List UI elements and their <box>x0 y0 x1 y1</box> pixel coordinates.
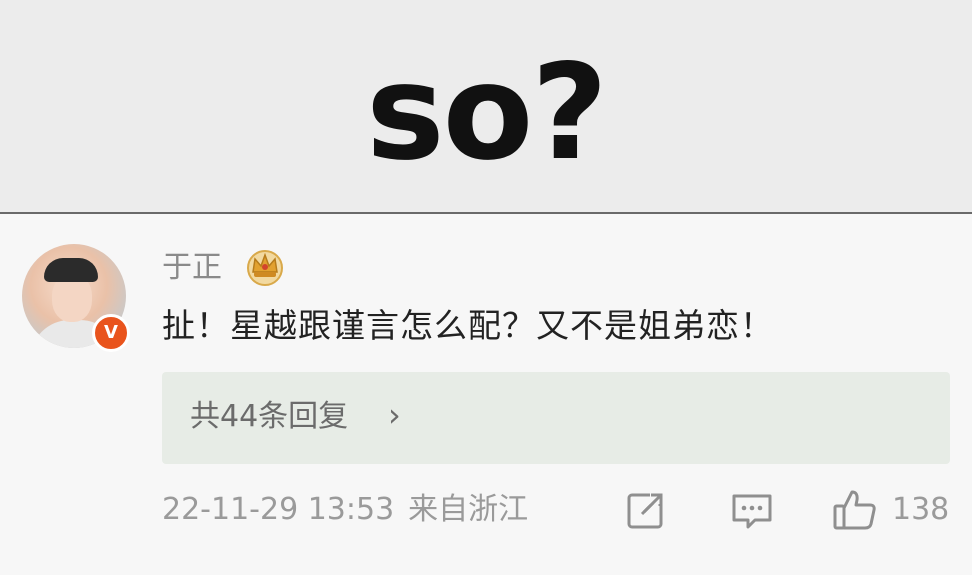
comment-meta: 22-11-29 13:53 来自浙江 <box>162 490 528 530</box>
location: 来自浙江 <box>408 492 529 527</box>
like-button[interactable]: 138 <box>832 488 952 532</box>
share-icon[interactable] <box>626 488 666 532</box>
meme-caption-area: so? <box>0 0 972 212</box>
avatar-hair <box>44 258 98 282</box>
crown-badge-icon <box>247 250 283 286</box>
comment-card: V 于正 扯！星越跟谨言怎么配？又不是姐弟恋！ 共44条回复 › 22-11-2… <box>0 214 972 575</box>
comment-text: 扯！星越跟谨言怎么配？又不是姐弟恋！ <box>162 306 774 345</box>
like-count: 138 <box>892 492 950 527</box>
username[interactable]: 于正 <box>162 248 222 288</box>
comment-icon[interactable] <box>730 488 774 532</box>
screenshot-frame: so? V 于正 扯！星越跟谨言怎么配？又不是姐弟恋！ 共44条回复 › 22-… <box>0 0 972 575</box>
verified-badge: V <box>92 314 130 352</box>
replies-button[interactable]: 共44条回复 › <box>162 372 950 464</box>
thumbs-up-icon <box>833 490 876 530</box>
chevron-right-icon: › <box>388 396 401 434</box>
replies-label: 共44条回复 <box>190 399 349 434</box>
meme-caption: so? <box>366 36 608 190</box>
timestamp: 22-11-29 13:53 <box>162 492 395 527</box>
